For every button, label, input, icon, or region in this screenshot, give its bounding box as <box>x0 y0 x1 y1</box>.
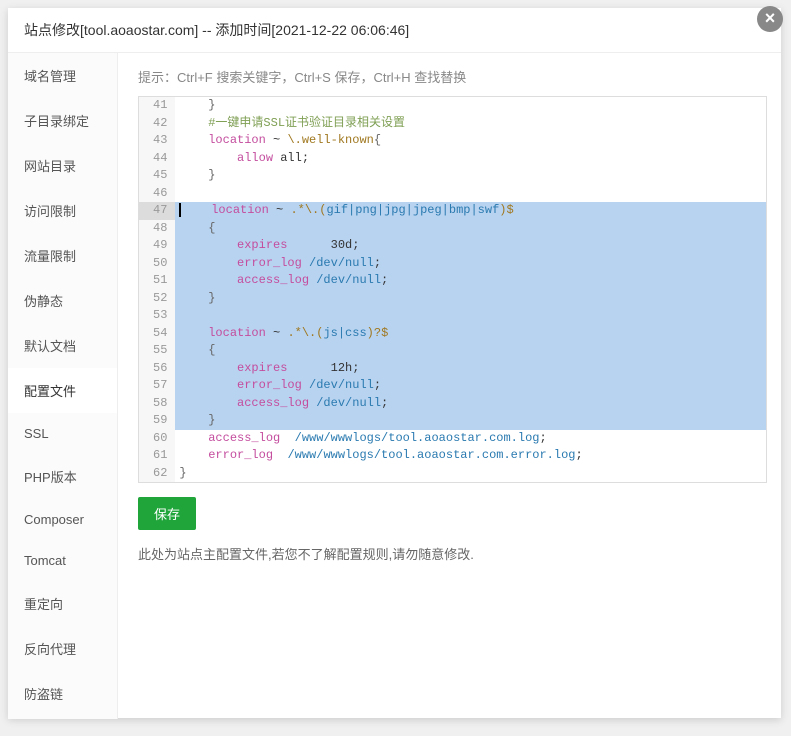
code-line[interactable] <box>175 307 766 325</box>
code-line[interactable]: { <box>175 342 766 360</box>
line-number: 62 <box>139 465 175 483</box>
code-line[interactable]: access_log /www/wwwlogs/tool.aoaostar.co… <box>175 430 766 448</box>
line-number: 54 <box>139 325 175 343</box>
code-line[interactable]: location ~ .*\.(gif|png|jpg|jpeg|bmp|swf… <box>175 202 766 220</box>
sidebar-item-1[interactable]: 子目录绑定 <box>8 98 117 143</box>
code-line[interactable]: } <box>175 167 766 185</box>
site-config-modal: × 站点修改[tool.aoaostar.com] -- 添加时间[2021-1… <box>8 8 781 718</box>
main-panel: 提示：Ctrl+F 搜索关键字，Ctrl+S 保存，Ctrl+H 查找替换 41… <box>118 53 781 719</box>
line-number: 57 <box>139 377 175 395</box>
sidebar-item-2[interactable]: 网站目录 <box>8 143 117 188</box>
line-number: 56 <box>139 360 175 378</box>
modal-title: 站点修改[tool.aoaostar.com] -- 添加时间[2021-12-… <box>8 8 781 53</box>
sidebar-item-9[interactable]: PHP版本 <box>8 454 117 499</box>
line-number: 42 <box>139 115 175 133</box>
line-number: 59 <box>139 412 175 430</box>
sidebar-item-6[interactable]: 默认文档 <box>8 323 117 368</box>
line-number: 47 <box>139 202 175 220</box>
line-number: 52 <box>139 290 175 308</box>
editor-hint: 提示：Ctrl+F 搜索关键字，Ctrl+S 保存，Ctrl+H 查找替换 <box>138 67 767 86</box>
code-line[interactable]: #一键申请SSL证书验证目录相关设置 <box>175 115 766 133</box>
config-editor[interactable]: 4142434445464748495051525354555657585960… <box>138 96 767 483</box>
line-number: 60 <box>139 430 175 448</box>
sidebar: 域名管理子目录绑定网站目录访问限制流量限制伪静态默认文档配置文件SSLPHP版本… <box>8 53 118 719</box>
config-warning: 此处为站点主配置文件,若您不了解配置规则,请勿随意修改. <box>138 544 767 563</box>
line-number: 41 <box>139 97 175 115</box>
code-line[interactable]: allow all; <box>175 150 766 168</box>
code-line[interactable]: expires 12h; <box>175 360 766 378</box>
line-number: 44 <box>139 150 175 168</box>
sidebar-item-5[interactable]: 伪静态 <box>8 278 117 323</box>
line-number: 53 <box>139 307 175 325</box>
modal-body: 域名管理子目录绑定网站目录访问限制流量限制伪静态默认文档配置文件SSLPHP版本… <box>8 53 781 719</box>
save-button[interactable]: 保存 <box>138 497 196 530</box>
sidebar-item-8[interactable]: SSL <box>8 413 117 454</box>
code-line[interactable]: } <box>175 290 766 308</box>
sidebar-item-13[interactable]: 反向代理 <box>8 626 117 671</box>
line-number: 50 <box>139 255 175 273</box>
sidebar-item-10[interactable]: Composer <box>8 499 117 540</box>
code-line[interactable]: { <box>175 220 766 238</box>
code-line[interactable]: access_log /dev/null; <box>175 272 766 290</box>
sidebar-item-12[interactable]: 重定向 <box>8 581 117 626</box>
code-line[interactable]: expires 30d; <box>175 237 766 255</box>
code-area[interactable]: } #一键申请SSL证书验证目录相关设置 location ~ \.well-k… <box>175 97 766 482</box>
line-number: 58 <box>139 395 175 413</box>
line-number: 51 <box>139 272 175 290</box>
sidebar-item-14[interactable]: 防盗链 <box>8 671 117 716</box>
code-line[interactable]: } <box>175 412 766 430</box>
line-number: 45 <box>139 167 175 185</box>
sidebar-item-15[interactable]: 网站日志 <box>8 716 117 719</box>
sidebar-item-11[interactable]: Tomcat <box>8 540 117 581</box>
sidebar-item-7[interactable]: 配置文件 <box>8 368 117 413</box>
code-line[interactable]: error_log /www/wwwlogs/tool.aoaostar.com… <box>175 447 766 465</box>
sidebar-item-0[interactable]: 域名管理 <box>8 53 117 98</box>
line-number: 55 <box>139 342 175 360</box>
line-number: 48 <box>139 220 175 238</box>
code-line[interactable]: error_log /dev/null; <box>175 377 766 395</box>
code-line[interactable] <box>175 185 766 203</box>
line-number: 49 <box>139 237 175 255</box>
code-line[interactable]: } <box>175 465 766 483</box>
sidebar-item-3[interactable]: 访问限制 <box>8 188 117 233</box>
line-number: 46 <box>139 185 175 203</box>
code-line[interactable]: error_log /dev/null; <box>175 255 766 273</box>
line-gutter: 4142434445464748495051525354555657585960… <box>139 97 175 482</box>
code-line[interactable]: location ~ \.well-known{ <box>175 132 766 150</box>
code-line[interactable]: access_log /dev/null; <box>175 395 766 413</box>
sidebar-item-4[interactable]: 流量限制 <box>8 233 117 278</box>
line-number: 43 <box>139 132 175 150</box>
code-line[interactable]: location ~ .*\.(js|css)?$ <box>175 325 766 343</box>
line-number: 61 <box>139 447 175 465</box>
code-line[interactable]: } <box>175 97 766 115</box>
close-button[interactable]: × <box>757 6 783 32</box>
